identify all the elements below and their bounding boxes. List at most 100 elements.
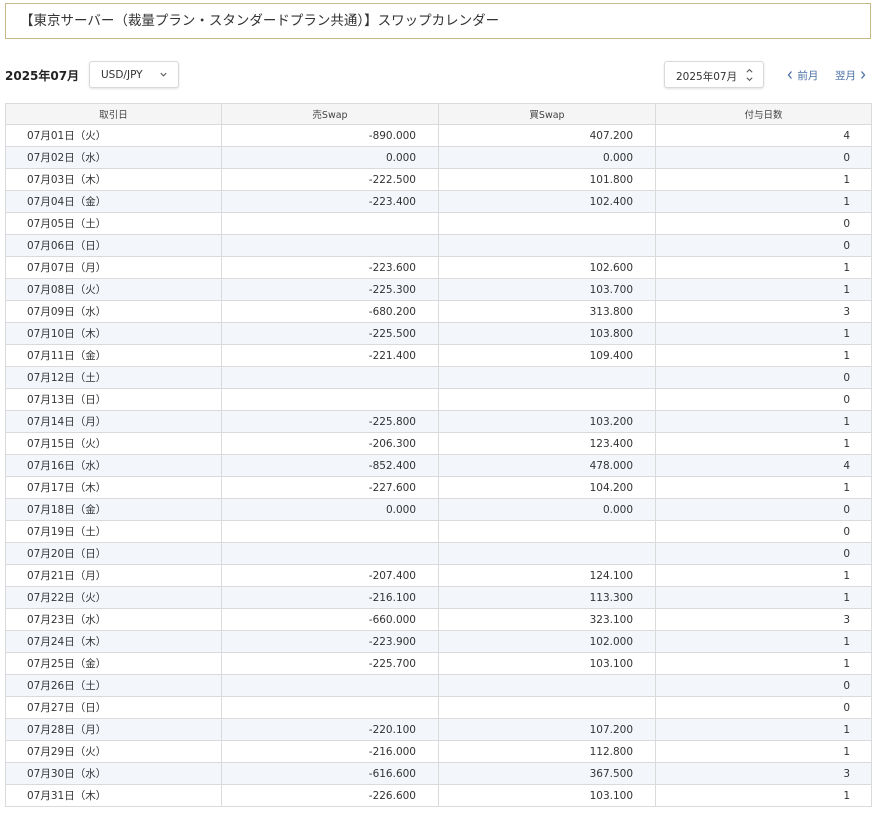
prev-month-label: 前月	[797, 70, 819, 82]
days-cell: 4	[655, 454, 872, 477]
trade-date-cell: 07月15日（火）	[5, 432, 222, 455]
days-cell: 3	[655, 300, 872, 323]
table-row: 07月12日（土） 0	[5, 366, 872, 389]
buy-swap-cell: 103.800	[438, 322, 656, 345]
sell-swap-cell: -660.000	[221, 608, 439, 631]
sell-swap-cell: -220.100	[221, 718, 439, 741]
sell-swap-cell: -890.000	[221, 124, 439, 147]
month-select-value: 2025年07月	[676, 71, 738, 83]
table-row: 07月02日（水） 0.000 0.000 0	[5, 146, 872, 169]
table-row: 07月05日（土） 0	[5, 212, 872, 235]
sell-swap-cell: -223.400	[221, 190, 439, 213]
buy-swap-cell: 103.700	[438, 278, 656, 301]
chevron-left-icon	[787, 71, 792, 79]
sell-swap-cell: -225.300	[221, 278, 439, 301]
table-row: 07月09日（水） -680.200 313.800 3	[5, 300, 872, 323]
table-row: 07月07日（月） -223.600 102.600 1	[5, 256, 872, 279]
table-row: 07月14日（月） -225.800 103.200 1	[5, 410, 872, 433]
days-cell: 1	[655, 740, 872, 763]
period-label: 2025年07月	[5, 69, 80, 83]
trade-date-cell: 07月26日（土）	[5, 674, 222, 697]
days-cell: 0	[655, 674, 872, 697]
sell-swap-cell	[221, 542, 439, 565]
days-cell: 1	[655, 256, 872, 279]
currency-pair-value: USD/JPY	[101, 69, 143, 81]
days-cell: 1	[655, 586, 872, 609]
buy-swap-cell: 103.200	[438, 410, 656, 433]
sell-swap-cell: -680.200	[221, 300, 439, 323]
table-row: 07月19日（土） 0	[5, 520, 872, 543]
buy-swap-cell: 113.300	[438, 586, 656, 609]
table-row: 07月17日（木） -227.600 104.200 1	[5, 476, 872, 499]
trade-date-cell: 07月06日（日）	[5, 234, 222, 257]
column-header-sell-swap: 売Swap	[221, 103, 439, 125]
buy-swap-cell: 109.400	[438, 344, 656, 367]
trade-date-cell: 07月23日（水）	[5, 608, 222, 631]
buy-swap-cell	[438, 212, 656, 235]
trade-date-cell: 07月20日（日）	[5, 542, 222, 565]
days-cell: 1	[655, 322, 872, 345]
buy-swap-cell: 101.800	[438, 168, 656, 191]
buy-swap-cell	[438, 696, 656, 719]
days-cell: 1	[655, 190, 872, 213]
column-header-buy-swap: 買Swap	[438, 103, 656, 125]
buy-swap-cell: 0.000	[438, 498, 656, 521]
sell-swap-cell: -207.400	[221, 564, 439, 587]
table-row: 07月22日（火） -216.100 113.300 1	[5, 586, 872, 609]
sell-swap-cell	[221, 234, 439, 257]
table-row: 07月31日（木） -226.600 103.100 1	[5, 784, 872, 807]
days-cell: 0	[655, 146, 872, 169]
days-cell: 1	[655, 652, 872, 675]
trade-date-cell: 07月08日（火）	[5, 278, 222, 301]
table-row: 07月29日（火） -216.000 112.800 1	[5, 740, 872, 763]
sell-swap-cell	[221, 520, 439, 543]
table-row: 07月06日（日） 0	[5, 234, 872, 257]
trade-date-cell: 07月22日（火）	[5, 586, 222, 609]
buy-swap-cell: 104.200	[438, 476, 656, 499]
sell-swap-cell: -227.600	[221, 476, 439, 499]
sell-swap-cell	[221, 212, 439, 235]
trade-date-cell: 07月30日（水）	[5, 762, 222, 785]
days-cell: 1	[655, 278, 872, 301]
buy-swap-cell: 103.100	[438, 784, 656, 807]
next-month-link[interactable]: 翌月	[835, 68, 867, 83]
table-row: 07月25日（金） -225.700 103.100 1	[5, 652, 872, 675]
days-cell: 1	[655, 564, 872, 587]
column-header-trade-date: 取引日	[5, 103, 222, 125]
buy-swap-cell: 123.400	[438, 432, 656, 455]
trade-date-cell: 07月14日（月）	[5, 410, 222, 433]
swap-calendar-table: 取引日 売Swap 買Swap 付与日数 07月01日（火） -890.000 40…	[5, 103, 872, 807]
trade-date-cell: 07月24日（木）	[5, 630, 222, 653]
buy-swap-cell: 102.600	[438, 256, 656, 279]
trade-date-cell: 07月17日（木）	[5, 476, 222, 499]
toolbar: 2025年07月 USD/JPY 2025年07月 前月 翌月	[0, 61, 876, 89]
table-row: 07月16日（水） -852.400 478.000 4	[5, 454, 872, 477]
trade-date-cell: 07月05日（土）	[5, 212, 222, 235]
sell-swap-cell: -226.600	[221, 784, 439, 807]
days-cell: 0	[655, 388, 872, 411]
table-row: 07月18日（金） 0.000 0.000 0	[5, 498, 872, 521]
buy-swap-cell	[438, 388, 656, 411]
sell-swap-cell: -852.400	[221, 454, 439, 477]
buy-swap-cell: 478.000	[438, 454, 656, 477]
table-row: 07月27日（日） 0	[5, 696, 872, 719]
sell-swap-cell: -225.700	[221, 652, 439, 675]
table-row: 07月10日（木） -225.500 103.800 1	[5, 322, 872, 345]
table-row: 07月08日（火） -225.300 103.700 1	[5, 278, 872, 301]
sell-swap-cell: -223.900	[221, 630, 439, 653]
sell-swap-cell: -223.600	[221, 256, 439, 279]
chevron-right-icon	[861, 71, 866, 79]
month-select[interactable]: 2025年07月	[664, 61, 764, 88]
days-cell: 3	[655, 762, 872, 785]
trade-date-cell: 07月11日（金）	[5, 344, 222, 367]
trade-date-cell: 07月25日（金）	[5, 652, 222, 675]
buy-swap-cell: 124.100	[438, 564, 656, 587]
buy-swap-cell: 102.400	[438, 190, 656, 213]
buy-swap-cell: 103.100	[438, 652, 656, 675]
currency-pair-select[interactable]: USD/JPY	[89, 61, 179, 88]
table-row: 07月13日（日） 0	[5, 388, 872, 411]
sell-swap-cell: -216.100	[221, 586, 439, 609]
days-cell: 1	[655, 432, 872, 455]
buy-swap-cell	[438, 366, 656, 389]
prev-month-link[interactable]: 前月	[786, 68, 818, 83]
